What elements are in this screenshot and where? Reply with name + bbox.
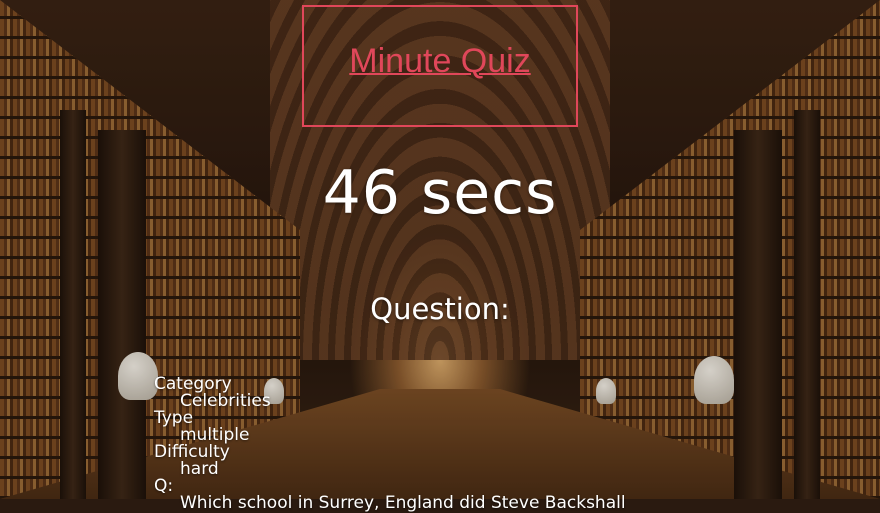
difficulty-label: Difficulty	[154, 442, 230, 462]
category-value: Celebrities	[180, 391, 271, 411]
countdown-timer: 46 secs	[322, 158, 558, 228]
question-heading: Question:	[370, 292, 510, 326]
title-link[interactable]: Minute Quiz	[349, 42, 530, 81]
difficulty-value: hard	[180, 459, 219, 479]
question-text: Which school in Surrey, England did Stev…	[180, 493, 626, 513]
question-info: Category Celebrities Type multiple Diffi…	[154, 376, 626, 512]
title-box: Minute Quiz	[302, 5, 578, 127]
